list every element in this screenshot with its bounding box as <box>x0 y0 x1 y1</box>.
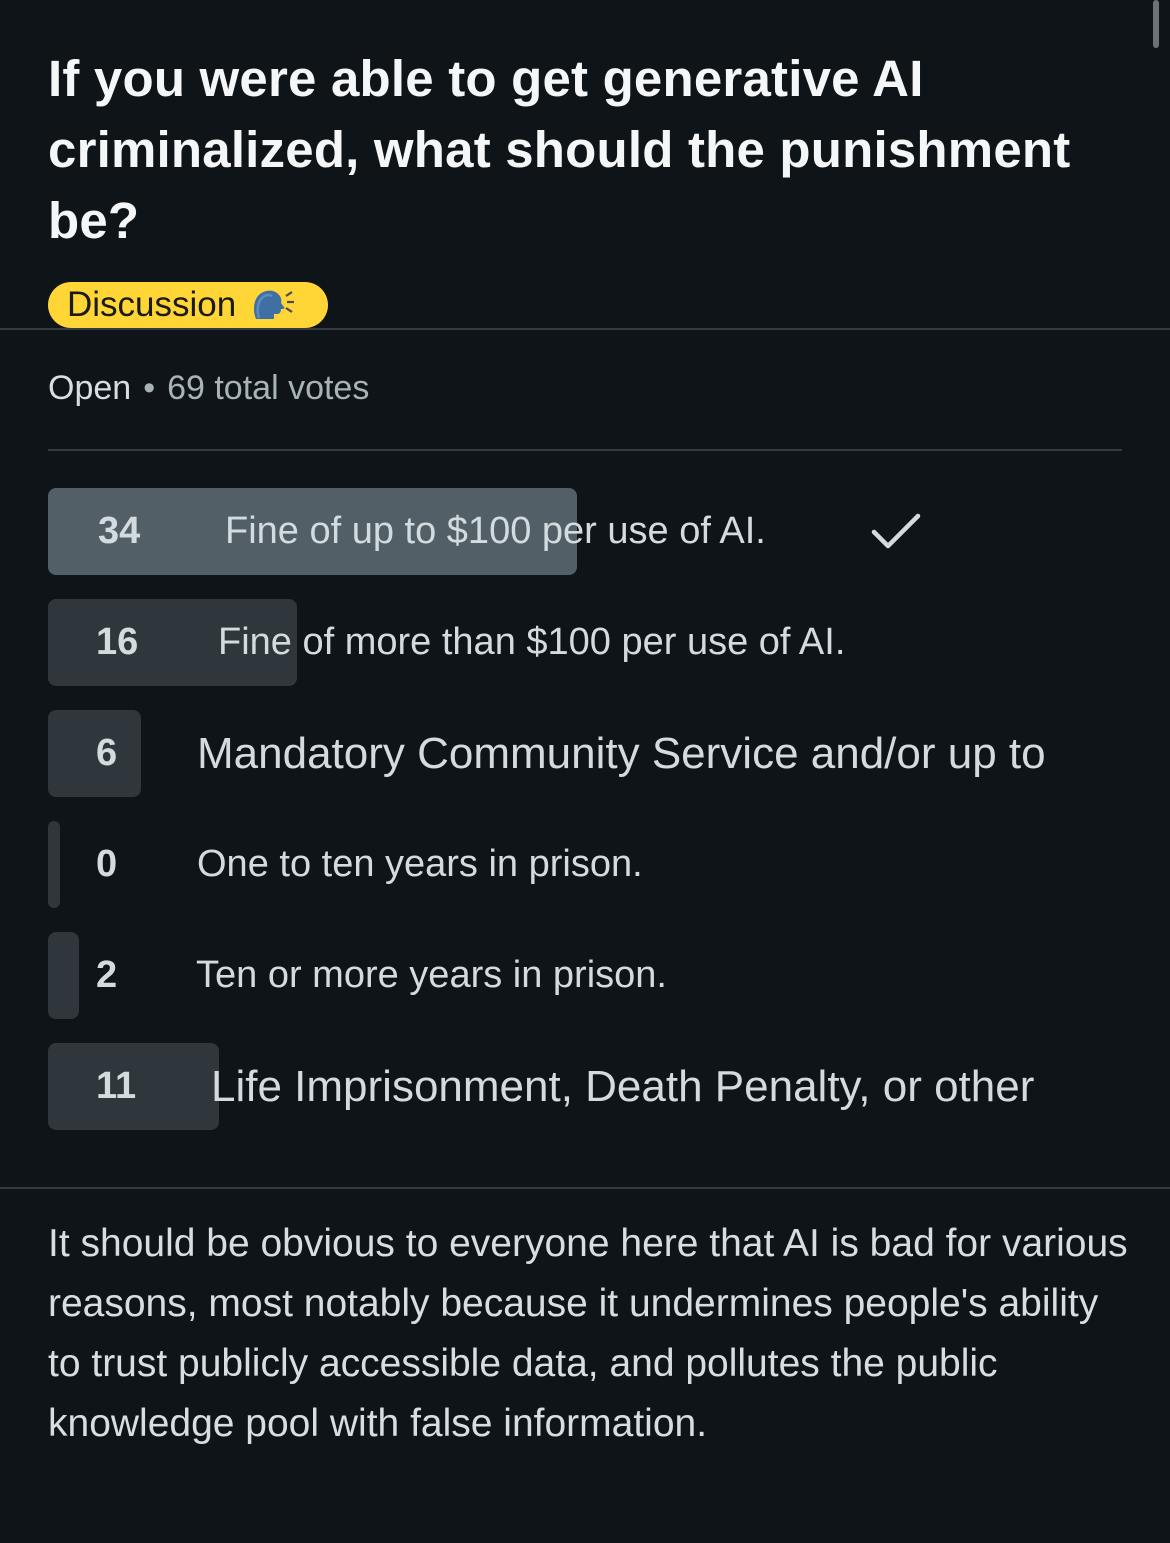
flair-label: Discussion <box>67 285 237 324</box>
poll-option[interactable]: 16 Fine of more than $100 per use of AI. <box>48 599 1122 686</box>
poll-meta: Open • 69 total votes <box>48 366 369 410</box>
poll-option-votes: 6 <box>96 732 118 774</box>
post-title: If you were able to get generative AI cr… <box>48 50 1071 249</box>
poll-divider <box>48 449 1122 451</box>
poll-result-bar <box>48 821 60 908</box>
meta-separator: • <box>143 369 156 407</box>
poll-option-votes: 16 <box>96 621 139 663</box>
poll-result-bar <box>48 932 79 1019</box>
poll-option-votes: 2 <box>96 954 118 996</box>
checkmark-icon <box>871 513 921 549</box>
poll-option-votes: 34 <box>98 510 141 552</box>
poll-option[interactable]: 11 Life Imprisonment, Death Penalty, or o… <box>48 1043 1122 1130</box>
discussion-flair[interactable]: Discussion <box>48 282 328 328</box>
poll-status: Open <box>48 369 132 407</box>
poll-option-label: One to ten years in prison. <box>197 843 643 885</box>
poll-option-label: Fine of up to $100 per use of AI. <box>225 510 766 552</box>
poll-option[interactable]: 6 Mandatory Community Service and/or up t… <box>48 710 1122 797</box>
poll-option-label: Life Imprisonment, Death Penalty, or oth… <box>211 1062 1035 1111</box>
post-body: It should be obvious to everyone here th… <box>48 1222 1128 1445</box>
poll-option-votes: 0 <box>96 843 118 885</box>
scrollbar-thumb[interactable] <box>1153 0 1159 48</box>
poll-option[interactable]: 2 Ten or more years in prison. <box>48 932 1122 1019</box>
poll-option-label: Fine of more than $100 per use of AI. <box>218 621 846 663</box>
poll-option-label: Mandatory Community Service and/or up to <box>197 729 1046 778</box>
header-divider <box>0 328 1170 330</box>
body-divider <box>0 1187 1170 1189</box>
speaking-head-icon <box>254 290 295 319</box>
poll-option-label: Ten or more years in prison. <box>196 954 667 996</box>
poll-result-bar <box>48 710 141 797</box>
poll-option[interactable]: 34 Fine of up to $100 per use of AI. <box>48 488 1122 575</box>
poll-option-votes: 11 <box>96 1065 137 1107</box>
poll-option[interactable]: 0 One to ten years in prison. <box>48 821 1122 908</box>
poll-total-votes: 69 total votes <box>167 369 370 407</box>
